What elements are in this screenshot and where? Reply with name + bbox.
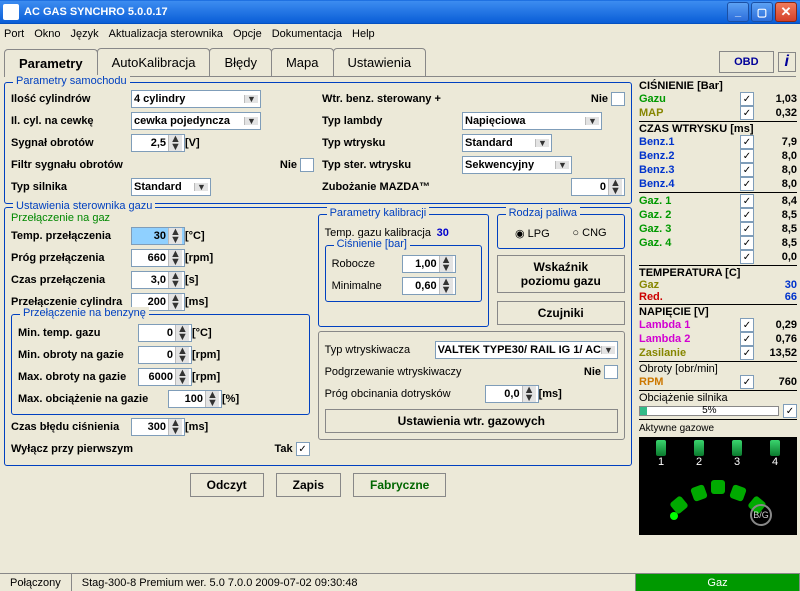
tab-autokalibracja[interactable]: AutoKalibracja — [97, 48, 211, 76]
chk-r-gas[interactable]: ✓ — [740, 92, 754, 106]
lbl-inj-plus: Wtr. benz. sterowany + — [322, 93, 462, 105]
sel-inj-ctrl[interactable]: Sekwencyjny▼ — [462, 156, 572, 174]
lbl-engine-type: Typ silnika — [11, 181, 131, 193]
close-button[interactable]: ✕ — [775, 2, 797, 22]
lbl-lean-mazda: Zubożanie MAZDA™ — [322, 181, 462, 193]
maximize-button[interactable]: ▢ — [751, 2, 773, 22]
menu-help[interactable]: Help — [352, 28, 375, 41]
title-bar: AC GAS SYNCHRO 5.0.0.17 _ ▢ ✕ — [0, 0, 800, 24]
num-rpm-signal[interactable]: 2,5▲▼ — [131, 134, 185, 152]
legend-car-params: Parametry samochodu — [13, 75, 130, 87]
lbl-inj-ctrl: Typ ster. wtrysku — [322, 159, 462, 171]
num-min-rpm[interactable]: 0▲▼ — [138, 346, 192, 364]
btn-sensors[interactable]: Czujniki — [497, 301, 625, 325]
sel-cyl-coil[interactable]: cewka pojedyncza▼ — [131, 112, 261, 130]
group-car-params: Parametry samochodu Ilość cylindrów 4 cy… — [4, 82, 632, 204]
cyl-indicator-2 — [694, 440, 704, 456]
menu-jezyk[interactable]: Język — [70, 28, 98, 41]
sel-lambda-type[interactable]: Napięciowa▼ — [462, 112, 602, 130]
tab-strip: Parametry AutoKalibracja Błędy Mapa Usta… — [4, 48, 796, 77]
num-press-min[interactable]: 0,60▲▼ — [402, 277, 456, 295]
obd-button[interactable]: OBD — [719, 51, 773, 73]
bg-switch-button[interactable]: B/G — [750, 504, 772, 526]
lbl-cyl-coil: Il. cyl. na cewkę — [11, 115, 131, 127]
lbl-rpm-filter: Filtr sygnału obrotów — [11, 159, 131, 171]
menu-port[interactable]: Port — [4, 28, 24, 41]
chk-inj-plus[interactable] — [611, 92, 625, 106]
menu-bar: Port Okno Język Aktualizacja sterownika … — [0, 24, 800, 44]
tab-parametry[interactable]: Parametry — [4, 49, 98, 77]
sel-engine-type[interactable]: Standard▼ — [131, 178, 211, 196]
menu-aktualizacja[interactable]: Aktualizacja sterownika — [109, 28, 223, 41]
group-switch-petrol: Przełączenie na benzynę Min. temp. gazu … — [11, 314, 310, 415]
gas-level-gauge: B/G — [642, 472, 794, 532]
lbl-cyl-count: Ilość cylindrów — [11, 93, 131, 105]
sel-cyl-count[interactable]: 4 cylindry▼ — [131, 90, 261, 108]
info-button[interactable]: i — [778, 52, 796, 72]
lbl-inj-type: Typ wtrysku — [322, 137, 462, 149]
val-cal-temp: 30 — [437, 227, 449, 239]
active-gas-label: Aktywne gazowe — [639, 423, 797, 434]
num-cutoff[interactable]: 0,0▲▼ — [485, 385, 539, 403]
num-temp-sw[interactable]: 30▲▼ — [131, 227, 185, 245]
num-max-rpm[interactable]: 6000▲▼ — [138, 368, 192, 386]
group-fuel-type: Rodzaj paliwa ◉ LPG ○ CNG — [497, 214, 625, 249]
menu-okno[interactable]: Okno — [34, 28, 60, 41]
num-press-work[interactable]: 1,00▲▼ — [402, 255, 456, 273]
chk-rpm-filter[interactable] — [300, 158, 314, 172]
readout-panel: CIŚNIENIE [Bar] Gazu✓1,03 MAP✓0,32 CZAS … — [636, 77, 800, 573]
radio-cng[interactable]: ○ CNG — [572, 227, 606, 239]
chk-r-map[interactable]: ✓ — [740, 106, 754, 120]
power-led-icon — [670, 512, 678, 520]
sel-injector-type[interactable]: VALTEK TYPE30/ RAIL IG 1/ AC▼ — [435, 341, 618, 359]
num-err-time[interactable]: 300▲▼ — [131, 418, 185, 436]
menu-opcje[interactable]: Opcje — [233, 28, 262, 41]
group-cal-params: Parametry kalibracji Temp. gazu kalibrac… — [318, 214, 489, 327]
num-max-load[interactable]: 100▲▼ — [168, 390, 222, 408]
window-title: AC GAS SYNCHRO 5.0.0.17 — [24, 6, 168, 18]
minimize-button[interactable]: _ — [727, 2, 749, 22]
num-min-temp[interactable]: 0▲▼ — [138, 324, 192, 342]
engine-load-bar: 5% ✓ — [639, 404, 797, 418]
btn-read[interactable]: Odczyt — [190, 473, 264, 497]
injector-panel: 1 2 3 4 B/G — [639, 437, 797, 535]
menu-dokumentacja[interactable]: Dokumentacja — [272, 28, 342, 41]
lbl-lambda-type: Typ lambdy — [322, 115, 462, 127]
status-info: Stag-300-8 Premium wer. 5.0 7.0.0 2009-0… — [72, 574, 636, 591]
cyl-indicator-4 — [770, 440, 780, 456]
group-pressure: Ciśnienie [bar] Robocze 1,00▲▼ Minimalne… — [325, 245, 482, 302]
num-lean-mazda[interactable]: 0▲▼ — [571, 178, 625, 196]
app-icon — [3, 4, 19, 20]
legend-gas-ctrl: Ustawienia sterownika gazu — [13, 200, 155, 212]
btn-gas-inj-settings[interactable]: Ustawienia wtr. gazowych — [325, 409, 618, 433]
head-switch-gas: Przełączenie na gaz — [11, 212, 310, 224]
cyl-indicator-3 — [732, 440, 742, 456]
lbl-rpm-signal: Sygnał obrotów — [11, 137, 131, 149]
num-time-sw[interactable]: 3,0▲▼ — [131, 271, 185, 289]
tab-mapa[interactable]: Mapa — [271, 48, 334, 76]
status-connection: Połączony — [0, 574, 72, 591]
chk-heater[interactable] — [604, 365, 618, 379]
group-injector-sub: Typ wtryskiwacza VALTEK TYPE30/ RAIL IG … — [318, 331, 625, 440]
num-thresh[interactable]: 660▲▼ — [131, 249, 185, 267]
status-bar: Połączony Stag-300-8 Premium wer. 5.0 7.… — [0, 573, 800, 591]
tab-ustawienia[interactable]: Ustawienia — [333, 48, 427, 76]
btn-gas-level[interactable]: Wskaźnik poziomu gazu — [497, 255, 625, 293]
chk-load[interactable]: ✓ — [783, 404, 797, 418]
btn-factory[interactable]: Fabryczne — [353, 473, 446, 497]
bottom-buttons: Odczyt Zapis Fabryczne — [4, 469, 632, 501]
sel-inj-type[interactable]: Standard▼ — [462, 134, 552, 152]
btn-write[interactable]: Zapis — [276, 473, 341, 497]
status-mode: Gaz — [636, 574, 800, 591]
chk-cut-first[interactable]: ✓ — [296, 442, 310, 456]
group-gas-ctrl: Ustawienia sterownika gazu Przełączenie … — [4, 207, 632, 466]
cyl-indicator-1 — [656, 440, 666, 456]
tab-bledy[interactable]: Błędy — [209, 48, 272, 76]
radio-lpg[interactable]: ◉ LPG — [515, 227, 550, 240]
